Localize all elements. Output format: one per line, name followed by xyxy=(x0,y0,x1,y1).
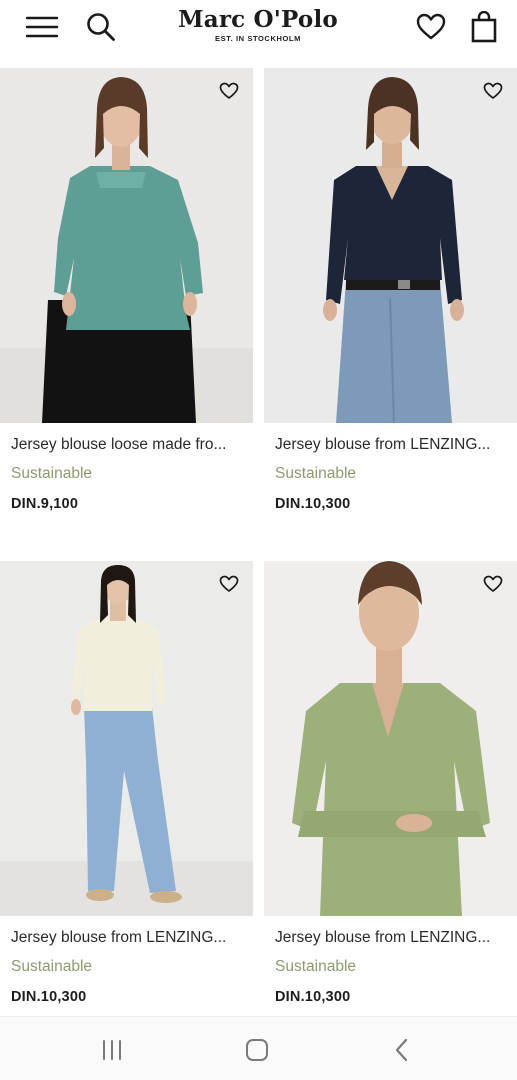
product-image[interactable] xyxy=(0,561,253,916)
favorite-heart-icon[interactable] xyxy=(217,572,241,596)
product-title[interactable]: Jersey blouse from LENZING... xyxy=(275,436,515,454)
product-image[interactable] xyxy=(0,68,253,423)
search-icon[interactable] xyxy=(82,8,120,46)
sustainable-badge: Sustainable xyxy=(275,465,357,482)
favorite-heart-icon[interactable] xyxy=(481,79,505,103)
product-photo xyxy=(0,561,253,916)
product-title[interactable]: Jersey blouse from LENZING... xyxy=(11,929,251,947)
heart-icon[interactable] xyxy=(412,8,450,46)
brand-logo[interactable]: Marc O'Polo EST. IN STOCKHOLM xyxy=(158,6,358,43)
recent-apps-icon[interactable] xyxy=(92,1035,132,1065)
product-title[interactable]: Jersey blouse loose made fro... xyxy=(11,436,251,454)
system-navigation-bar xyxy=(0,1016,517,1080)
product-price: DIN.10,300 xyxy=(11,989,87,1005)
shopping-bag-icon[interactable] xyxy=(466,8,502,46)
app-header: Marc O'Polo EST. IN STOCKHOLM xyxy=(0,0,517,68)
product-photo xyxy=(264,68,517,423)
product-price: DIN.9,100 xyxy=(11,496,79,512)
hamburger-menu-icon[interactable] xyxy=(22,10,62,44)
sustainable-badge: Sustainable xyxy=(275,958,357,975)
product-title[interactable]: Jersey blouse from LENZING... xyxy=(275,929,515,947)
favorite-heart-icon[interactable] xyxy=(217,79,241,103)
favorite-heart-icon[interactable] xyxy=(481,572,505,596)
product-image[interactable] xyxy=(264,561,517,916)
home-icon[interactable] xyxy=(237,1035,277,1065)
logo-subtitle: EST. IN STOCKHOLM xyxy=(215,34,301,43)
sustainable-badge: Sustainable xyxy=(11,465,93,482)
product-photo xyxy=(264,561,517,916)
product-image[interactable] xyxy=(264,68,517,423)
product-photo xyxy=(0,68,253,423)
product-price: DIN.10,300 xyxy=(275,496,351,512)
sustainable-badge: Sustainable xyxy=(11,958,93,975)
back-icon[interactable] xyxy=(382,1035,422,1065)
logo-text: Marc O'Polo xyxy=(178,6,338,33)
product-price: DIN.10,300 xyxy=(275,989,351,1005)
